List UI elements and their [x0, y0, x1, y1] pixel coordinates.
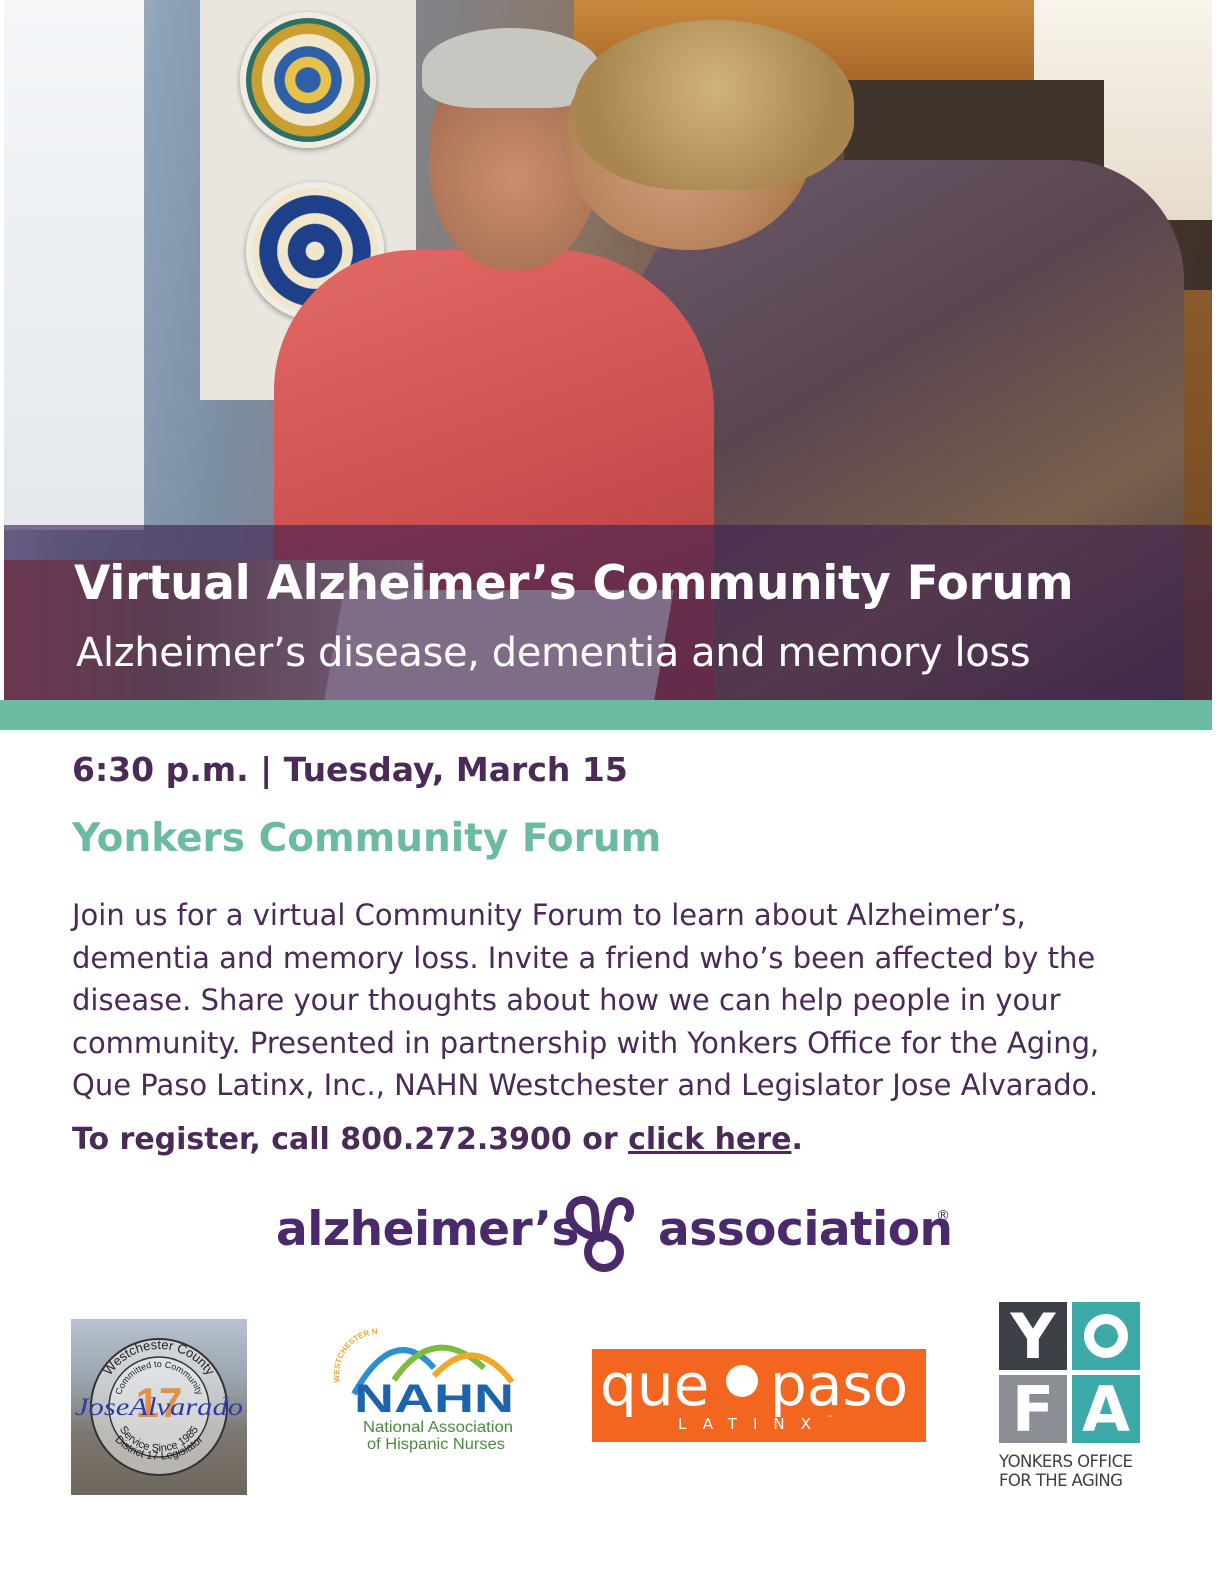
yofa-logo: Y F A YONKERS OFFICE FOR THE AGING [999, 1300, 1141, 1492]
alz-logo-word-right: association [658, 1202, 953, 1257]
jose-alvarado-logo: Westchester County Committed to Communit… [71, 1319, 247, 1495]
qpl-latinx: LATINX™ [678, 1415, 833, 1433]
nahn-full-name-1: National Association [363, 1419, 513, 1436]
nahn-chapter: WESTCHESTER NAHN CHAPTER [331, 1315, 378, 1383]
nahn-logo: WESTCHESTER NAHN CHAPTER NAHN National A… [331, 1315, 524, 1457]
register-suffix: . [791, 1122, 803, 1157]
yofa-letter-y: Y [999, 1300, 1067, 1373]
register-link[interactable]: click here [628, 1122, 791, 1157]
forum-name: Yonkers Community Forum [72, 816, 662, 861]
yofa-letter-a: A [1072, 1373, 1140, 1446]
nahn-acronym: NAHN [354, 1377, 514, 1421]
alz-logo-word-left: alzheimer’s [276, 1202, 579, 1257]
event-description: Join us for a virtual Community Forum to… [72, 898, 1100, 1102]
hero-title: Virtual Alzheimer’s Community Forum [74, 556, 1074, 611]
nahn-full-name-2: of Hispanic Nurses [367, 1436, 505, 1453]
yofa-letter-f: F [999, 1373, 1067, 1446]
hero-subtitle: Alzheimer’s disease, dementia and memory… [76, 630, 1031, 676]
qpl-trademark: ™ [826, 1415, 833, 1422]
alz-symbol-icon [565, 1196, 635, 1272]
que-paso-latinx-logo: que paso LATINX™ [592, 1349, 926, 1442]
registered-mark: ® [936, 1208, 950, 1224]
decorative-plate [240, 12, 376, 148]
photo-window [4, 0, 144, 530]
jose-name: JoseAlvarado [75, 1394, 243, 1421]
teal-divider [0, 700, 1212, 730]
yofa-o-circle-icon [1084, 1314, 1128, 1358]
qpl-circle-icon [726, 1365, 758, 1397]
jose-alvarado-seal-icon: Westchester County Committed to Communit… [75, 1337, 243, 1476]
svg-text:WESTCHESTER NAHN CHAPTER: WESTCHESTER NAHN CHAPTER [334, 1322, 378, 1383]
qpl-word-paso: paso [770, 1351, 909, 1419]
register-line: To register, call 800.272.3900 or click … [72, 1122, 803, 1157]
nahn-arcs-icon: WESTCHESTER NAHN CHAPTER NAHN National A… [331, 1315, 515, 1453]
register-prefix: To register, call 800.272.3900 or [72, 1122, 629, 1157]
qpl-word-que: que [600, 1351, 710, 1419]
yofa-letter-o [1072, 1302, 1140, 1370]
photo-woman-hair [574, 20, 854, 190]
yofa-caption: YONKERS OFFICE FOR THE AGING [999, 1452, 1141, 1490]
yofa-caption-line1: YONKERS OFFICE [999, 1452, 1133, 1471]
yofa-caption-line2: FOR THE AGING [999, 1471, 1123, 1490]
alzheimers-association-logo: alzheimer’s association ® [276, 1194, 956, 1274]
qpl-latinx-text: LATINX [678, 1415, 827, 1433]
event-datetime: 6:30 p.m. | Tuesday, March 15 [72, 750, 628, 789]
